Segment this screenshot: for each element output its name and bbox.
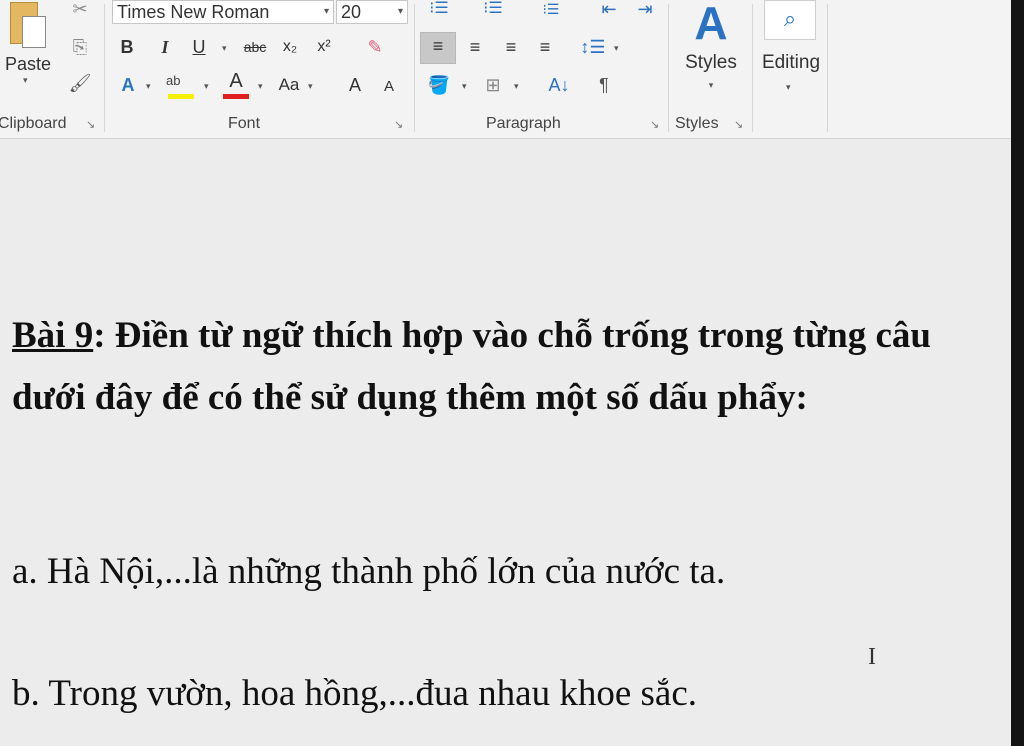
borders-icon[interactable]: ⊞: [478, 72, 508, 98]
copy-icon[interactable]: ⎘: [68, 34, 92, 60]
separator: [414, 4, 415, 132]
line-spacing-icon[interactable]: ↕☰: [578, 34, 608, 60]
editing-button[interactable]: ⌕ Editing ▾: [756, 0, 826, 104]
align-right-button[interactable]: ≡: [498, 34, 524, 60]
font-group-label: Font: [228, 115, 261, 132]
subscript-button[interactable]: x₂: [278, 34, 302, 60]
paste-icon[interactable]: [10, 0, 50, 50]
styles-label: Styles: [685, 52, 737, 73]
format-painter-icon[interactable]: 🖌: [68, 70, 92, 96]
styles-dropdown-icon[interactable]: ▾: [680, 80, 742, 91]
highlight-dropdown-icon[interactable]: ▾: [204, 81, 209, 92]
borders-dropdown-icon[interactable]: ▾: [514, 81, 519, 92]
bullets-icon[interactable]: ⁝☰: [424, 0, 454, 22]
text-effects-dropdown-icon[interactable]: ▾: [146, 81, 151, 92]
paste-label: Paste: [5, 54, 52, 74]
align-left-button[interactable]: ≡: [420, 32, 456, 64]
separator: [104, 4, 105, 132]
italic-button[interactable]: I: [154, 34, 176, 60]
sort-icon[interactable]: A↓: [544, 72, 574, 98]
separator: [668, 4, 669, 132]
paste-dropdown-icon[interactable]: ▾: [23, 75, 55, 86]
exercise-instruction: : Điền từ ngữ thích hợp vào chỗ trống tr…: [12, 315, 931, 418]
show-formatting-button[interactable]: ¶: [592, 72, 616, 98]
decrease-indent-icon[interactable]: ⇤: [596, 0, 622, 22]
search-icon: ⌕: [764, 0, 816, 40]
change-case-button[interactable]: Aa: [274, 72, 304, 98]
change-case-dropdown-icon[interactable]: ▾: [308, 81, 313, 92]
styles-group-label: Styles: [675, 115, 719, 132]
underline-dropdown-icon[interactable]: ▾: [222, 43, 227, 54]
sentence-b: b. Trong vườn, hoa hồng,...đua nhau khoe…: [12, 673, 698, 714]
styles-button[interactable]: A Styles ▾: [680, 0, 742, 104]
text-effects-button[interactable]: A: [116, 72, 140, 98]
clear-formatting-icon[interactable]: ✎: [362, 34, 388, 60]
clipboard-launcher-icon[interactable]: ↘: [86, 118, 95, 131]
shading-dropdown-icon[interactable]: ▾: [462, 81, 467, 92]
grow-font-button[interactable]: A: [344, 72, 366, 98]
exercise-number: Bài 9: [12, 315, 94, 356]
paste-button[interactable]: Paste ▾: [5, 54, 55, 86]
superscript-button[interactable]: x²: [312, 34, 336, 60]
highlight-label: ab: [166, 73, 181, 88]
document-page[interactable]: [0, 139, 1011, 746]
font-launcher-icon[interactable]: ↘: [394, 118, 403, 131]
shading-icon[interactable]: 🪣: [424, 72, 454, 98]
align-center-button[interactable]: ≡: [462, 34, 488, 60]
justify-button[interactable]: ≡: [532, 34, 558, 60]
font-name-value: Times New Roman: [117, 2, 270, 22]
exercise-heading: Bài 9: Điền từ ngữ thích hợp vào chỗ trố…: [12, 305, 1002, 429]
strikethrough-button[interactable]: abc: [240, 34, 270, 60]
font-name-dropdown-icon[interactable]: ▾: [324, 1, 329, 23]
increase-indent-icon[interactable]: ⇥: [632, 0, 658, 22]
multilevel-list-icon[interactable]: ⁝☰: [534, 0, 568, 22]
shrink-font-button[interactable]: A: [378, 74, 400, 100]
highlight-button[interactable]: ab: [166, 72, 196, 100]
window-edge: [1011, 0, 1024, 746]
numbering-icon[interactable]: ⁝☰: [478, 0, 508, 22]
separator: [827, 4, 828, 132]
separator: [752, 4, 753, 132]
text-cursor-icon: I: [868, 644, 876, 670]
paragraph-group-label: Paragraph: [486, 115, 561, 132]
highlight-color-bar: [168, 94, 194, 99]
clipboard-group-label: Clipboard: [0, 115, 67, 132]
editing-label: Editing: [761, 52, 821, 73]
font-size-combo[interactable]: 20 ▾: [336, 0, 408, 24]
styles-launcher-icon[interactable]: ↘: [734, 118, 743, 131]
editing-dropdown-icon[interactable]: ▾: [786, 82, 791, 93]
styles-icon: A: [694, 0, 728, 49]
font-name-combo[interactable]: Times New Roman ▾: [112, 0, 334, 24]
font-size-value: 20: [341, 2, 362, 22]
sentence-a: a. Hà Nội,...là những thành phố lớn của …: [12, 551, 726, 592]
line-spacing-dropdown-icon[interactable]: ▾: [614, 43, 619, 54]
font-color-label: A: [229, 70, 243, 92]
font-size-dropdown-icon[interactable]: ▾: [398, 1, 403, 23]
bold-button[interactable]: B: [116, 34, 138, 60]
cut-icon[interactable]: ✂: [68, 0, 92, 22]
font-color-button[interactable]: A: [222, 70, 250, 100]
font-color-dropdown-icon[interactable]: ▾: [258, 81, 263, 92]
paragraph-launcher-icon[interactable]: ↘: [650, 118, 659, 131]
font-color-bar: [223, 94, 249, 99]
ribbon: Paste ▾ ✂ ⎘ 🖌 Clipboard ↘ Times New Roma…: [0, 0, 1011, 139]
underline-button[interactable]: U: [188, 34, 210, 60]
